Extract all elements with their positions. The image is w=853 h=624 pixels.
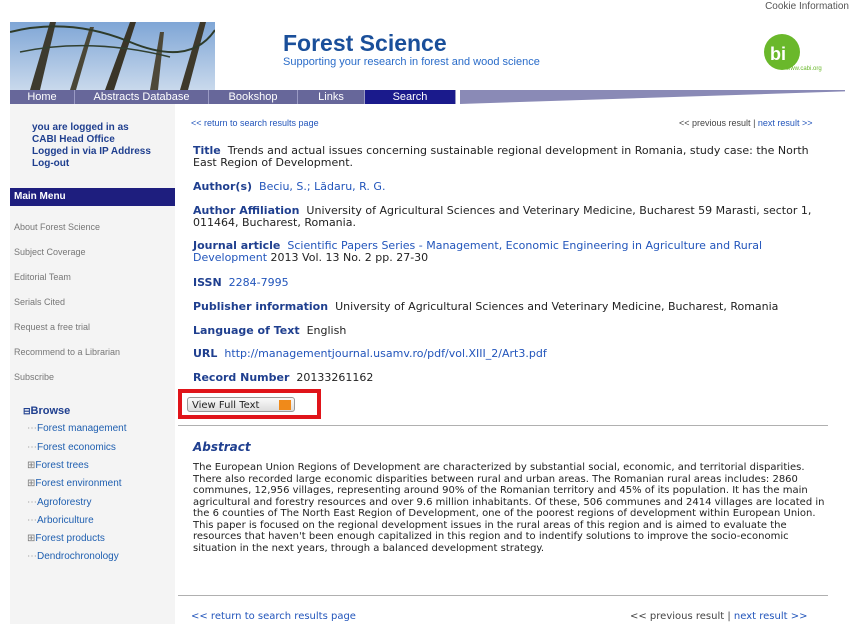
arrow-right-icon xyxy=(279,400,291,410)
menu-subject-coverage[interactable]: Subject Coverage xyxy=(14,247,86,257)
view-full-text-highlight: View Full Text xyxy=(178,389,321,419)
result-pagination-bottom: << previous result | next result >> xyxy=(630,611,807,622)
browse-heading[interactable]: ⊟Browse xyxy=(23,405,70,417)
browse-item-label[interactable]: Dendrochronology xyxy=(37,551,119,562)
browse-item[interactable]: ⋯Agroforestry xyxy=(27,497,91,508)
menu-about[interactable]: About Forest Science xyxy=(14,222,100,232)
cabi-logo[interactable]: bi www.cabi.org xyxy=(760,30,824,80)
abstract-heading: Abstract xyxy=(193,440,251,454)
record-number-label: Record Number xyxy=(193,371,290,384)
tree-connector-icon: ⋯ xyxy=(27,423,37,434)
url-label: URL xyxy=(193,347,218,360)
browse-item-label[interactable]: Forest trees xyxy=(35,460,88,471)
divider xyxy=(178,425,828,426)
site-subtitle: Supporting your research in forest and w… xyxy=(283,56,540,68)
nav-bookshop[interactable]: Bookshop xyxy=(209,90,298,104)
svg-text:bi: bi xyxy=(770,44,786,64)
logout-link[interactable]: Log-out xyxy=(32,158,151,170)
nav-decoration xyxy=(460,90,845,104)
nav-search[interactable]: Search xyxy=(365,90,456,104)
browse-item-label[interactable]: Forest products xyxy=(35,533,104,544)
tree-connector-icon: ⋯ xyxy=(27,442,37,453)
browse-item[interactable]: ⋯Dendrochronology xyxy=(27,551,119,562)
tree-connector-icon: ⋯ xyxy=(27,497,37,508)
issn-link[interactable]: 2284-7995 xyxy=(229,276,289,289)
record-title: Title Trends and actual issues concernin… xyxy=(193,145,833,169)
login-organisation: CABI Head Office xyxy=(32,134,115,145)
record-authors: Author(s) Beciu, S.; Lădaru, R. G. xyxy=(193,181,833,193)
menu-subscribe[interactable]: Subscribe xyxy=(14,372,54,382)
result-pagination-top: << previous result | next result >> xyxy=(679,118,812,128)
authors-link[interactable]: Beciu, S.; Lădaru, R. G. xyxy=(259,180,385,193)
login-info: you are logged in as CABI Head Office Lo… xyxy=(32,122,151,170)
language-value: English xyxy=(306,324,347,337)
record-number-value: 20133261162 xyxy=(296,371,374,384)
browse-item-label[interactable]: Arboriculture xyxy=(37,515,94,526)
top-strip xyxy=(0,0,853,22)
browse-item[interactable]: ⊞Forest trees xyxy=(27,460,89,471)
browse-item[interactable]: ⋯Arboriculture xyxy=(27,515,94,526)
browse-item[interactable]: ⊞Forest products xyxy=(27,533,105,544)
login-line-1: you are logged in as xyxy=(32,122,129,133)
sidebar xyxy=(10,104,175,624)
record-number: Record Number 20133261162 xyxy=(193,372,833,384)
browse-item[interactable]: ⋯Forest economics xyxy=(27,442,116,453)
login-line-3: Logged in via IP Address xyxy=(32,146,151,157)
record-affiliation: Author Affiliation University of Agricul… xyxy=(193,205,833,229)
forest-banner-image xyxy=(10,22,215,90)
browse-item-label[interactable]: Forest management xyxy=(37,423,127,434)
authors-label: Author(s) xyxy=(193,180,253,193)
cabi-logo-text: www.cabi.org xyxy=(786,66,822,72)
view-full-text-label: View Full Text xyxy=(192,400,260,411)
record-journal: Journal article Scientific Papers Series… xyxy=(193,240,833,264)
main-menu-heading: Main Menu xyxy=(10,188,175,206)
menu-serials-cited[interactable]: Serials Cited xyxy=(14,297,65,307)
nav-home[interactable]: Home xyxy=(10,90,75,104)
record-language: Language of Text English xyxy=(193,325,833,337)
menu-recommend-librarian[interactable]: Recommend to a Librarian xyxy=(14,347,120,357)
browse-label: Browse xyxy=(30,405,71,417)
browse-item-label[interactable]: Agroforestry xyxy=(37,497,91,508)
pagination-separator: | xyxy=(727,611,731,622)
browse-collapse-icon[interactable]: ⊟ xyxy=(23,406,31,416)
record-issn: ISSN 2284-7995 xyxy=(193,277,833,289)
title-value: Trends and actual issues concerning sust… xyxy=(193,144,809,169)
record-publisher: Publisher information University of Agri… xyxy=(193,301,833,313)
url-link[interactable]: http://managementjournal.usamv.ro/pdf/vo… xyxy=(224,347,546,360)
previous-result-link[interactable]: << previous result xyxy=(679,118,751,128)
journal-details: 2013 Vol. 13 No. 2 pp. 27-30 xyxy=(267,251,429,264)
site-title: Forest Science xyxy=(283,30,447,56)
cookie-information-link[interactable]: Cookie Information xyxy=(765,1,849,12)
main-menu-heading-label: Main Menu xyxy=(14,191,66,202)
abstract-text: The European Union Regions of Developmen… xyxy=(193,462,825,554)
issn-label: ISSN xyxy=(193,276,222,289)
browse-item[interactable]: ⊞Forest environment xyxy=(27,478,122,489)
divider xyxy=(178,595,828,596)
nav-links[interactable]: Links xyxy=(298,90,365,104)
main-navigation: Home Abstracts Database Bookshop Links S… xyxy=(10,90,845,104)
return-to-results-link-bottom[interactable]: << return to search results page xyxy=(191,611,356,622)
previous-result-link-bottom[interactable]: << previous result xyxy=(630,611,724,622)
view-full-text-button[interactable]: View Full Text xyxy=(187,397,295,412)
next-result-link-bottom[interactable]: next result >> xyxy=(734,611,808,622)
return-to-results-link[interactable]: << return to search results page xyxy=(191,118,319,128)
record-url: URL http://managementjournal.usamv.ro/pd… xyxy=(193,348,833,360)
menu-editorial-team[interactable]: Editorial Team xyxy=(14,272,71,282)
nav-abstracts-database[interactable]: Abstracts Database xyxy=(75,90,209,104)
publisher-value: University of Agricultural Sciences and … xyxy=(335,300,779,313)
menu-request-trial[interactable]: Request a free trial xyxy=(14,322,90,332)
tree-connector-icon: ⋯ xyxy=(27,551,37,562)
browse-item-label[interactable]: Forest environment xyxy=(35,478,121,489)
browse-item-label[interactable]: Forest economics xyxy=(37,442,116,453)
pagination-separator: | xyxy=(753,118,756,128)
browse-item[interactable]: ⋯Forest management xyxy=(27,423,127,434)
next-result-link[interactable]: next result >> xyxy=(758,118,813,128)
publisher-label: Publisher information xyxy=(193,300,329,313)
language-label: Language of Text xyxy=(193,324,300,337)
tree-connector-icon: ⋯ xyxy=(27,515,37,526)
